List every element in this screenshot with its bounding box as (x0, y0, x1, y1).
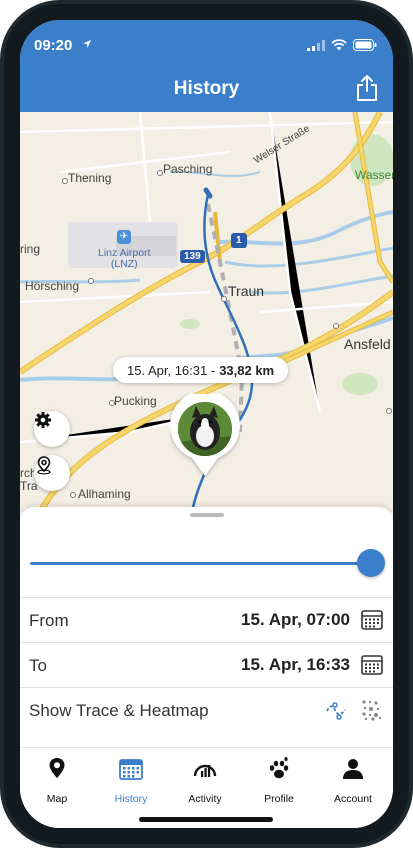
page-title: History (173, 78, 240, 99)
to-row[interactable]: To 15. Apr, 16:33 (20, 642, 393, 687)
place-pasching: Pasching (163, 162, 213, 176)
place-dot-traun (221, 296, 227, 302)
tab-label-profile: Profile (264, 793, 294, 805)
time-slider-thumb[interactable] (357, 549, 385, 577)
map-pin-icon (49, 758, 65, 778)
tab-label-map: Map (46, 793, 68, 805)
tab-map[interactable]: Map (20, 756, 94, 805)
tab-label-account: Account (334, 793, 372, 805)
from-row[interactable]: From 15. Apr, 07:00 (20, 597, 393, 642)
map-locate-button[interactable] (34, 455, 70, 491)
from-value[interactable]: 15. Apr, 07:00 (241, 610, 350, 630)
calendar-icon (119, 759, 143, 780)
phone-frame: 09:20 History 139 1 ✈ Thening Pasching W… (0, 0, 413, 848)
status-time: 09:20 (34, 37, 73, 54)
tab-profile[interactable]: Profile (242, 756, 316, 805)
place-traun: Traun (228, 283, 265, 299)
sheet-grab-handle[interactable] (190, 513, 224, 517)
place-allhaming: Allhaming (78, 487, 131, 501)
tab-activity[interactable]: Activity (168, 756, 242, 805)
tab-label-history: History (114, 793, 148, 805)
place-dot-ansfelden (333, 323, 339, 329)
home-indicator[interactable] (139, 817, 273, 822)
pet-avatar (174, 398, 236, 460)
power-button (409, 200, 413, 280)
person-icon (343, 759, 363, 779)
calendar-icon[interactable] (361, 609, 383, 631)
to-value[interactable]: 15. Apr, 16:33 (241, 655, 350, 675)
tab-history[interactable]: History (94, 756, 168, 805)
road-shield-139: 139 (180, 250, 205, 263)
from-label: From (29, 611, 69, 630)
signal-icon (307, 39, 325, 51)
map-settings-button[interactable] (34, 411, 70, 447)
time-slider-track[interactable] (30, 562, 372, 565)
trace-heatmap-label: Show Trace & Heatmap (29, 701, 209, 720)
battery-icon (353, 39, 377, 51)
place-wasserwerk: Wasserw (355, 168, 393, 182)
distance-label: 33,82 km (219, 362, 275, 378)
place-hoersching: Hörsching (25, 279, 80, 293)
share-icon[interactable] (355, 74, 379, 102)
gear-icon (35, 412, 51, 428)
pet-location-marker[interactable] (170, 394, 240, 478)
history-controls-sheet: From 15. Apr, 07:00 To 15. Apr, 16:33 Sh… (20, 507, 393, 747)
header-bar: 09:20 History (20, 20, 393, 112)
location-arrow-icon (83, 40, 91, 48)
place-pucking: Pucking (114, 394, 157, 408)
trace-toggle-icon[interactable] (325, 700, 347, 722)
status-icons (307, 39, 377, 51)
location-pin-outline-icon (37, 456, 51, 475)
place-thening: Thening (68, 171, 112, 185)
time-label: 15. Apr, 16:31 - (127, 362, 216, 378)
tab-bar: Map History Activity Profile Account (20, 747, 393, 828)
place-ring: ring (20, 242, 41, 256)
tab-account[interactable]: Account (316, 756, 390, 805)
place-dot-hoersching (88, 278, 94, 284)
place-tra: Tra (20, 479, 38, 493)
trace-heatmap-row: Show Trace & Heatmap (20, 687, 393, 732)
place-ansfelden: Ansfeld (344, 336, 391, 352)
to-label: To (29, 656, 47, 675)
tab-label-activity: Activity (188, 793, 222, 805)
activity-gauge-icon (193, 764, 217, 777)
place-dot-east (386, 408, 392, 414)
wifi-icon (331, 39, 347, 51)
road-shield-1: 1 (231, 233, 247, 248)
calendar-icon[interactable] (361, 654, 383, 676)
time-distance-pill: 15. Apr, 16:31 - 33,82 km (113, 357, 289, 383)
place-linz-airport: Linz Airport (LNZ) (98, 247, 151, 270)
map-view[interactable]: 139 1 ✈ Thening Pasching Welser Straße W… (20, 112, 393, 512)
screen: 09:20 History 139 1 ✈ Thening Pasching W… (20, 20, 393, 828)
place-dot-allhaming (70, 492, 76, 498)
heatmap-toggle-icon[interactable] (361, 699, 383, 721)
airport-icon: ✈ (117, 230, 131, 244)
paw-icon (269, 757, 289, 779)
